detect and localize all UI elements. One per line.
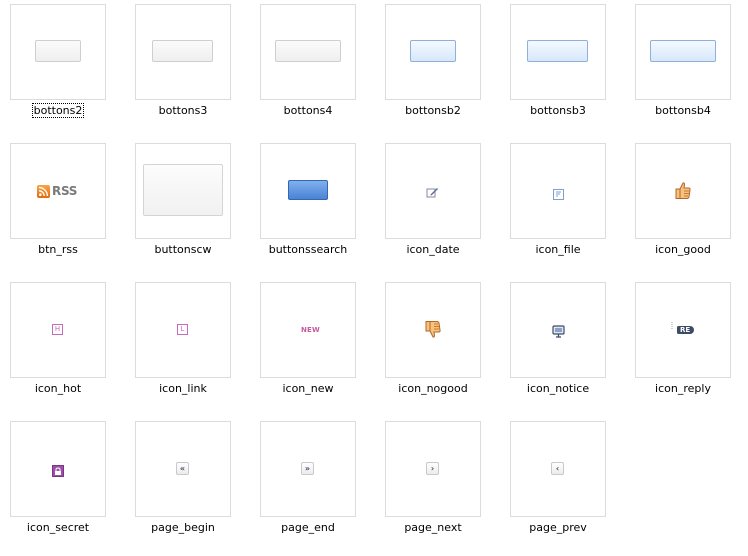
file-item-page-begin[interactable]: « page_begin [135,421,231,547]
file-label[interactable]: buttonscw [121,243,245,256]
file-item-icon-date[interactable]: icon_date [385,143,481,269]
thumbnail[interactable]: L [135,282,231,378]
file-label[interactable]: icon_new [246,382,370,395]
thumbnail[interactable] [135,143,231,239]
file-item-bottons2[interactable]: bottons2 [10,4,106,130]
file-label[interactable]: page_next [371,521,495,534]
thumbnail[interactable] [10,4,106,100]
thumbs-up-icon [675,181,691,204]
file-label[interactable]: icon_nogood [371,382,495,395]
thumbnail[interactable] [510,4,606,100]
file-item-icon-new[interactable]: NEW icon_new [260,282,356,408]
thumbnail[interactable]: › [385,421,481,517]
file-label[interactable]: icon_hot [0,382,120,395]
search-button-icon [288,180,328,200]
thumbnail[interactable] [260,143,356,239]
file-item-bottonsb4[interactable]: bottonsb4 [635,4,731,130]
file-label[interactable]: icon_date [371,243,495,256]
thumbnail[interactable] [635,143,731,239]
thumbnail[interactable] [385,282,481,378]
lock-icon [52,462,64,481]
left-icon: ‹ [551,462,564,475]
file-item-icon-link[interactable]: L icon_link [135,282,231,408]
file-label[interactable]: bottons4 [246,104,370,117]
file-label[interactable]: page_end [246,521,370,534]
reply-tag: RE [677,326,695,334]
pencil-icon [426,184,439,203]
hot-icon: H [52,324,63,335]
new-icon: NEW [301,326,320,334]
file-label[interactable]: buttonssearch [246,243,370,256]
thumbnail[interactable] [385,143,481,239]
thumbnail[interactable] [510,282,606,378]
file-label[interactable]: page_prev [496,521,620,534]
file-item-bottons4[interactable]: bottons4 [260,4,356,130]
thumbnail[interactable] [510,143,606,239]
monitor-icon [552,323,565,342]
file-item-buttonscw[interactable]: buttonscw [135,143,231,269]
thumbnail[interactable] [10,421,106,517]
file-item-icon-good[interactable]: icon_good [635,143,731,269]
thumbnail[interactable]: « [135,421,231,517]
file-label[interactable]: icon_reply [621,382,745,395]
blue-button-small-icon [410,40,456,62]
plain-button-small-icon [35,40,81,62]
thumbnail[interactable] [385,4,481,100]
thumbs-down-icon [425,320,441,343]
file-label[interactable]: icon_file [496,243,620,256]
thumbnail[interactable] [260,4,356,100]
file-item-icon-secret[interactable]: icon_secret [10,421,106,547]
large-plain-button-icon [143,164,223,216]
file-item-icon-file[interactable]: icon_file [510,143,606,269]
file-label[interactable]: icon_secret [0,521,120,534]
thumbnail[interactable]: » [260,421,356,517]
file-label[interactable]: bottonsb3 [496,104,620,117]
file-label[interactable]: icon_link [121,382,245,395]
file-icon [553,185,564,204]
file-label[interactable]: bottonsb2 [371,104,495,117]
thumbnail[interactable] [135,4,231,100]
file-item-bottons3[interactable]: bottons3 [135,4,231,130]
thumbnail[interactable]: ‹ [510,421,606,517]
plain-button-large-icon [275,40,341,62]
file-label[interactable]: bottonsb4 [621,104,745,117]
file-label[interactable]: bottons2 [0,103,120,118]
plain-button-medium-icon [152,40,213,62]
rss-icon: RSS [37,184,77,198]
file-item-page-prev[interactable]: ‹ page_prev [510,421,606,547]
link-icon: L [177,324,188,335]
file-label[interactable]: page_begin [121,521,245,534]
blue-button-large-icon [650,40,716,62]
thumbnail[interactable]: RE [635,282,731,378]
file-item-page-next[interactable]: › page_next [385,421,481,547]
thumbnail[interactable] [635,4,731,100]
file-item-buttonssearch[interactable]: buttonssearch [260,143,356,269]
double-left-icon: « [176,462,189,475]
file-label[interactable]: bottons3 [121,104,245,117]
file-item-icon-reply[interactable]: RE icon_reply [635,282,731,408]
double-right-icon: » [301,462,314,475]
file-item-bottonsb3[interactable]: bottonsb3 [510,4,606,130]
blue-button-medium-icon [527,40,588,62]
thumbnail[interactable]: H [10,282,106,378]
file-item-icon-notice[interactable]: icon_notice [510,282,606,408]
thumbnail[interactable]: RSS [10,143,106,239]
file-label[interactable]: btn_rss [0,243,120,256]
file-item-btn-rss[interactable]: RSS btn_rss [10,143,106,269]
thumbnail[interactable]: NEW [260,282,356,378]
file-item-icon-hot[interactable]: H icon_hot [10,282,106,408]
rss-feed-icon [37,184,50,198]
file-label[interactable]: icon_notice [496,382,620,395]
file-item-icon-nogood[interactable]: icon_nogood [385,282,481,408]
file-item-bottonsb2[interactable]: bottonsb2 [385,4,481,130]
file-item-page-end[interactable]: » page_end [260,421,356,547]
file-label[interactable]: icon_good [621,243,745,256]
right-icon: › [426,462,439,475]
